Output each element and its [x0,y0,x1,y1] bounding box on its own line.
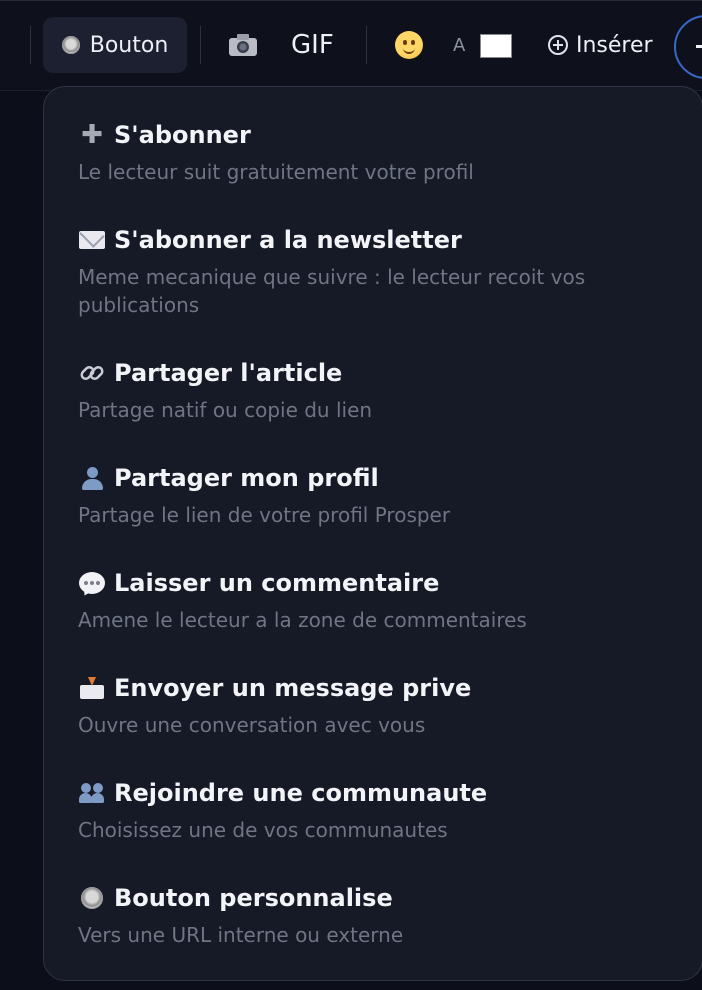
editor-page: Bouton GIF A Insérer ✚ S'abonner Le lect… [0,0,702,990]
menu-item-subscribe[interactable]: ✚ S'abonner Le lecteur suit gratuitement… [78,120,678,186]
menu-item-share-article[interactable]: Partager l'article Partage natif ou copi… [78,358,678,424]
menu-item-private-message[interactable]: Envoyer un message prive Ouvre une conve… [78,673,678,739]
menu-item-description: Partage le lien de votre profil Prosper [78,503,451,527]
insert-label: Insérer [576,32,653,58]
menu-item-description: Meme mecanique que suivre : le lecteur r… [78,265,586,317]
link-icon [78,359,106,387]
editor-toolbar: Bouton GIF A Insérer [0,0,702,91]
menu-item-newsletter[interactable]: S'abonner a la newsletter Meme mecanique… [78,225,678,319]
button-insert-label: Bouton [89,32,169,58]
menu-item-description: Amene le lecteur a la zone de commentair… [78,608,527,632]
plus-circle-icon [548,35,568,55]
radio-button-icon [81,887,103,909]
menu-item-title: Partager mon profil [114,464,379,492]
menu-item-join-community[interactable]: Rejoindre une communaute Choisissez une … [78,778,678,844]
menu-item-description: Le lecteur suit gratuitement votre profi… [78,160,474,184]
font-color-swatch[interactable] [480,34,512,58]
envelope-icon [79,231,105,249]
toolbar-divider [200,26,201,64]
menu-item-description: Choisissez une de vos communautes [78,818,448,842]
button-type-dropdown: ✚ S'abonner Le lecteur suit gratuitement… [43,86,702,981]
menu-item-custom-button[interactable]: Bouton personnalise Vers une URL interne… [78,883,678,949]
emoji-icon [395,31,423,59]
menu-item-title: S'abonner a la newsletter [114,226,462,254]
font-color-label: A [453,34,466,56]
plus-icon: ✚ [81,120,103,150]
menu-item-title: Envoyer un message prive [114,674,472,702]
toolbar-divider [30,26,31,64]
menu-item-title: Bouton personnalise [114,884,393,912]
menu-item-description: Ouvre une conversation avec vous [78,713,426,737]
toolbar-top-border [0,0,702,1]
toolbar-divider [366,26,367,64]
menu-item-title: Rejoindre une communaute [114,779,488,807]
add-block-button[interactable] [674,15,702,79]
menu-item-description: Partage natif ou copie du lien [78,398,373,422]
insert-button[interactable]: Insérer [548,22,653,68]
user-icon [79,465,105,491]
radio-button-icon [61,36,80,54]
menu-item-title: S'abonner [114,121,251,149]
menu-item-comment[interactable]: Laisser un commentaire Amene le lecteur … [78,568,678,634]
speech-bubble-icon [79,572,105,594]
menu-item-title: Laisser un commentaire [114,569,440,597]
emoji-picker-button[interactable] [395,22,423,68]
users-icon [78,781,106,805]
menu-item-title: Partager l'article [114,359,343,387]
menu-item-share-profile[interactable]: Partager mon profil Partage le lien de v… [78,463,678,529]
gif-button[interactable]: GIF [291,22,334,68]
inbox-tray-icon [79,677,105,699]
camera-icon[interactable] [228,22,258,68]
menu-item-description: Vers une URL interne ou externe [78,923,404,947]
button-insert-button[interactable]: Bouton [43,17,187,73]
